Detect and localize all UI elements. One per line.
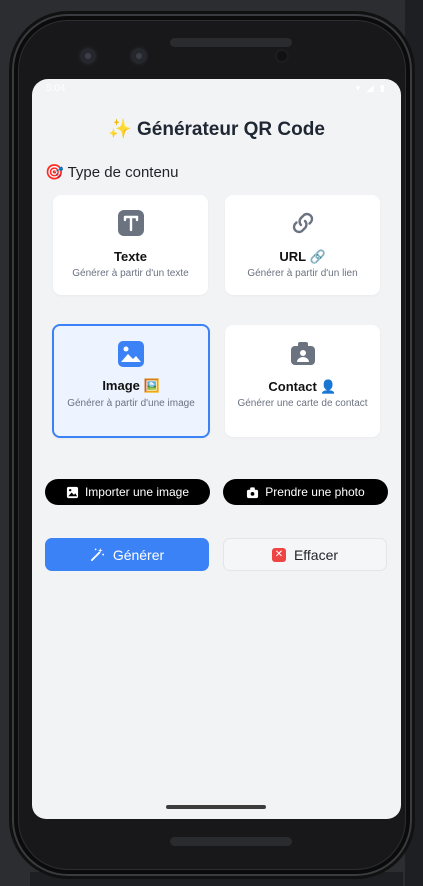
- content-type-card-contact[interactable]: Contact 👤 Générer une carte de contact: [225, 325, 380, 437]
- app-screen: 5:04 ▾ ◢ ▮ ✨ Générateur QR Code 🎯 Type d…: [32, 79, 401, 819]
- proximity-sensor-icon: [275, 49, 289, 63]
- take-photo-button[interactable]: Prendre une photo: [223, 479, 388, 505]
- clear-button[interactable]: ✕ Effacer: [223, 538, 387, 571]
- card-label: Texte: [114, 249, 147, 264]
- card-label: URL 🔗: [279, 249, 326, 264]
- magic-wand-icon: [90, 547, 104, 562]
- front-camera-icon: [78, 46, 98, 66]
- page-title: ✨ Générateur QR Code: [108, 119, 325, 140]
- contact-icon: [290, 342, 315, 365]
- card-description: Générer à partir d'un texte: [72, 268, 189, 279]
- take-photo-label: Prendre une photo: [265, 485, 365, 499]
- card-label: Contact 👤: [268, 379, 337, 394]
- camera-icon: [247, 486, 259, 498]
- clear-label: Effacer: [293, 546, 339, 563]
- image-icon: [118, 341, 144, 367]
- content-type-card-text[interactable]: Texte Générer à partir d'un texte: [53, 195, 208, 295]
- text-icon: [117, 210, 144, 236]
- import-image-button[interactable]: Importer une image: [45, 479, 210, 505]
- card-description: Générer à partir d'un lien: [247, 268, 358, 279]
- section-title: 🎯 Type de contenu: [45, 164, 179, 181]
- close-icon: ✕: [271, 547, 286, 562]
- bottom-speaker: [170, 837, 292, 846]
- content-type-card-image[interactable]: Image 🖼️ Générer à partir d'une image: [52, 324, 210, 438]
- status-bar: 5:04 ▾ ◢ ▮: [32, 79, 401, 99]
- status-time: 5:04: [46, 83, 66, 94]
- earpiece-speaker: [170, 38, 292, 47]
- home-indicator[interactable]: [166, 805, 266, 809]
- generate-button[interactable]: Générer: [45, 538, 209, 571]
- card-description: Générer à partir d'une image: [67, 398, 195, 409]
- card-label: Image 🖼️: [102, 378, 160, 393]
- card-description: Générer une carte de contact: [237, 398, 368, 409]
- import-image-label: Importer une image: [84, 485, 190, 499]
- status-icons: ▾ ◢ ▮: [355, 83, 387, 93]
- image-icon: [66, 486, 79, 498]
- link-icon: [292, 212, 313, 234]
- generate-label: Générer: [112, 546, 165, 563]
- sensor-icon: [129, 46, 149, 66]
- content-type-card-url[interactable]: URL 🔗 Générer à partir d'un lien: [225, 195, 380, 295]
